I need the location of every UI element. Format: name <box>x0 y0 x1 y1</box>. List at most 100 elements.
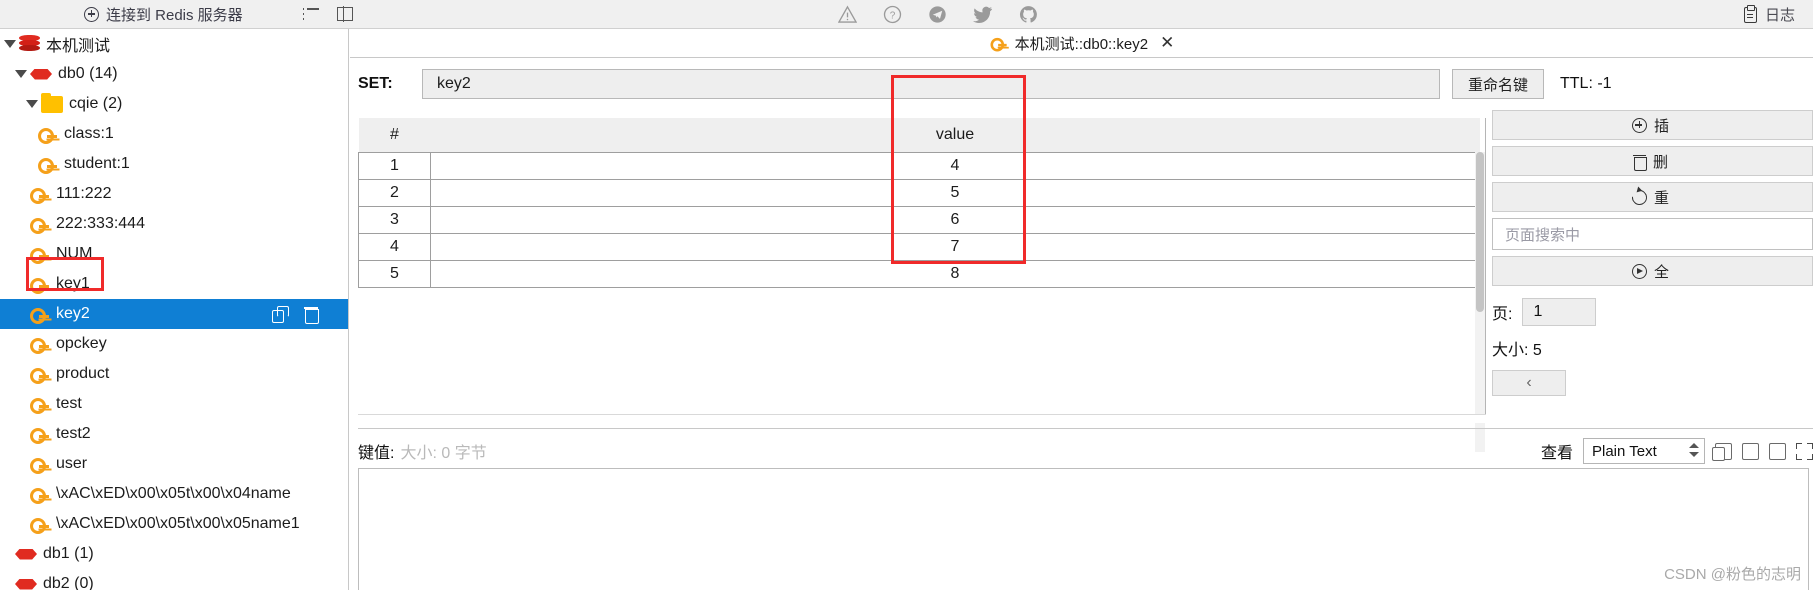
reload-icon <box>1628 186 1651 208</box>
tree-item-test[interactable]: test <box>0 389 348 419</box>
tree-item-num[interactable]: NUM <box>0 239 348 269</box>
tree-item-db1[interactable]: db1 (1) <box>0 539 348 569</box>
redis-client-window: 连接到 Redis 服务器 ? 日志 本机测试 db0 (14) cqie (2… <box>0 0 1813 590</box>
table-row[interactable]: 1 4 <box>358 151 1480 180</box>
key-icon <box>30 305 50 324</box>
tree-item-student1[interactable]: student:1 <box>0 149 348 179</box>
panel-layout-icon[interactable] <box>336 6 353 22</box>
cell-index: 4 <box>358 232 431 261</box>
key-name-input[interactable]: key2 <box>422 69 1440 99</box>
reload-label: 重 <box>1653 189 1669 207</box>
horizontal-divider <box>358 428 1813 429</box>
telegram-icon[interactable] <box>928 5 947 24</box>
copy-icon[interactable] <box>1712 442 1732 461</box>
set-tools-panel: 插 删 重 页面搜索中 全 页: 1 大小: 5 ‹ <box>1492 110 1813 396</box>
tree-item-user[interactable]: user <box>0 449 348 479</box>
value-editor-toolbar: 键值: 大小: 0 字节 查看 Plain Text <box>358 437 1813 465</box>
tree-item-cqie[interactable]: cqie (2) <box>0 89 348 119</box>
cell-value[interactable]: 7 <box>430 232 1480 261</box>
tree-item-serialized-name1[interactable]: \xAC\xED\x00\x05t\x00\x05name1 <box>0 509 348 539</box>
close-icon[interactable]: ✕ <box>1160 33 1174 53</box>
tree-item-key2[interactable]: key2 <box>0 299 348 329</box>
tree-item-server[interactable]: 本机测试 <box>0 29 348 59</box>
key-icon <box>38 155 58 174</box>
database-icon <box>15 578 37 590</box>
tree-item-label: key1 <box>56 275 90 292</box>
reload-button[interactable]: 重 <box>1492 182 1813 212</box>
table-row[interactable]: 5 8 <box>358 259 1480 288</box>
table-row[interactable]: 4 7 <box>358 232 1480 261</box>
list-icon[interactable] <box>302 8 319 20</box>
ttl-label: TTL: -1 <box>1560 75 1612 92</box>
insert-label: 插 <box>1653 117 1669 135</box>
github-icon[interactable] <box>1019 5 1038 24</box>
tree-item-label: 222:333:444 <box>56 215 145 232</box>
cell-value[interactable]: 6 <box>430 205 1480 234</box>
load-all-button[interactable]: 全 <box>1492 256 1813 286</box>
copy-icon[interactable] <box>272 306 289 323</box>
value-label: 键值: <box>358 445 395 462</box>
fullscreen-icon[interactable] <box>1796 442 1813 460</box>
table-horizontal-scrollbar[interactable] <box>358 414 1486 423</box>
key-icon <box>30 425 50 444</box>
key-tree-sidebar[interactable]: 本机测试 db0 (14) cqie (2) class:1 student:1… <box>0 29 349 590</box>
tree-item-opckey[interactable]: opckey <box>0 329 348 359</box>
page-row: 页: 1 <box>1492 298 1813 326</box>
tree-item-class1[interactable]: class:1 <box>0 119 348 149</box>
help-circle-icon[interactable]: ? <box>883 5 902 24</box>
save-icon[interactable] <box>1742 442 1759 460</box>
plus-circle-icon <box>1631 117 1647 133</box>
caret-down-icon[interactable] <box>4 40 16 48</box>
tree-item-label: test <box>56 395 82 412</box>
table-row[interactable]: 2 5 <box>358 178 1480 207</box>
key-icon <box>30 395 50 414</box>
cell-index: 5 <box>358 259 431 288</box>
column-header-index[interactable]: # <box>358 118 431 152</box>
column-header-value[interactable]: value <box>430 118 1480 152</box>
tree-item-serialized-name[interactable]: \xAC\xED\x00\x05t\x00\x04name <box>0 479 348 509</box>
tree-item-label: class:1 <box>64 125 114 142</box>
table-row[interactable]: 3 6 <box>358 205 1480 234</box>
tree-item-label: db2 (0) <box>43 575 94 590</box>
trash-icon[interactable] <box>304 306 319 324</box>
tree-item-222-333-444[interactable]: 222:333:444 <box>0 209 348 239</box>
chevron-updown-icon[interactable] <box>1689 442 1699 460</box>
cell-value[interactable]: 5 <box>430 178 1480 207</box>
table-vertical-scrollbar[interactable] <box>1475 152 1485 452</box>
delete-member-button[interactable]: 删 <box>1492 146 1813 176</box>
key-icon <box>30 365 50 384</box>
tab-title: 本机测试::db0::key2 <box>1014 35 1149 53</box>
tree-item-label: 本机测试 <box>46 38 111 55</box>
tree-item-db2[interactable]: db2 (0) <box>0 569 348 590</box>
value-textarea[interactable] <box>358 468 1809 590</box>
connect-to-redis-button[interactable]: 连接到 Redis 服务器 <box>84 4 243 25</box>
view-mode-value: Plain Text <box>1592 442 1657 460</box>
tree-item-label: student:1 <box>64 155 130 172</box>
cell-value[interactable]: 8 <box>430 259 1480 288</box>
tree-item-db0[interactable]: db0 (14) <box>0 59 348 89</box>
rename-key-button[interactable]: 重命名键 <box>1452 69 1544 99</box>
delete-label: 删 <box>1652 153 1668 171</box>
twitter-icon[interactable] <box>973 6 993 24</box>
tree-item-key1[interactable]: key1 <box>0 269 348 299</box>
warning-triangle-icon[interactable] <box>838 5 857 24</box>
import-icon[interactable] <box>1769 442 1786 460</box>
page-number-input[interactable]: 1 <box>1522 298 1597 326</box>
key-icon <box>38 125 58 144</box>
caret-down-icon[interactable] <box>26 100 38 108</box>
tab-key2[interactable]: 本机测试::db0::key2 ✕ <box>989 33 1174 54</box>
insert-member-button[interactable]: 插 <box>1492 110 1813 140</box>
set-members-table-wrapper: # value 1 4 2 5 3 6 4 7 5 8 <box>358 118 1486 452</box>
view-mode-select[interactable]: Plain Text <box>1583 438 1705 464</box>
page-search-input[interactable]: 页面搜索中 <box>1492 218 1813 250</box>
caret-down-icon[interactable] <box>15 70 27 78</box>
key-icon <box>30 245 50 264</box>
plus-circle-icon <box>84 6 99 22</box>
key-icon <box>30 515 50 534</box>
previous-page-button[interactable]: ‹ <box>1492 370 1566 396</box>
tree-item-111-222[interactable]: 111:222 <box>0 179 348 209</box>
tree-item-product[interactable]: product <box>0 359 348 389</box>
tree-item-test2[interactable]: test2 <box>0 419 348 449</box>
log-button[interactable]: 日志 <box>1743 0 1795 29</box>
cell-value[interactable]: 4 <box>430 151 1480 180</box>
